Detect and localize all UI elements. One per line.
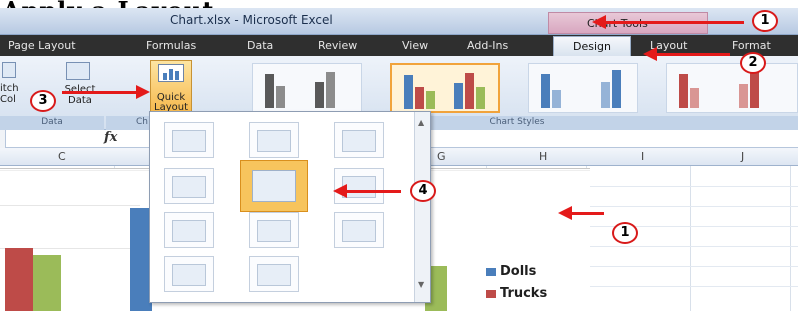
- callout-arrow-4-head: [333, 184, 347, 198]
- chart-style-1[interactable]: [252, 63, 362, 113]
- callout-arrow-2-head: [643, 47, 657, 61]
- scroll-up-icon[interactable]: ▲: [418, 118, 424, 127]
- legend-label-dolls: Dolls: [500, 264, 537, 279]
- tab-add-ins[interactable]: Add-Ins: [467, 39, 508, 52]
- chart-style-2[interactable]: [390, 63, 500, 113]
- callout-badge-1-chart: 1: [612, 222, 638, 244]
- tab-page-layout[interactable]: Page Layout: [8, 39, 76, 52]
- callout-arrow-5-head: [558, 206, 572, 220]
- group-label-data: Data: [0, 116, 104, 130]
- switch-label-line2: Col: [0, 94, 16, 105]
- tab-view[interactable]: View: [402, 39, 428, 52]
- callout-badge-4: 4: [410, 180, 436, 202]
- column-header-i[interactable]: I: [641, 150, 644, 163]
- name-box[interactable]: [0, 130, 6, 148]
- select-data-button[interactable]: Select Data: [64, 84, 96, 106]
- tab-design[interactable]: Design: [553, 36, 631, 56]
- column-header-j[interactable]: J: [741, 150, 744, 163]
- legend-swatch-trucks: [486, 290, 496, 298]
- callout-arrow-1-line: [604, 21, 744, 24]
- callout-arrow-3-head: [136, 85, 150, 99]
- tab-data[interactable]: Data: [247, 39, 273, 52]
- select-label-line2: Data: [68, 95, 92, 106]
- window-title: Chart.xlsx - Microsoft Excel: [170, 13, 333, 27]
- chart-bar-series3-1: [33, 255, 61, 311]
- function-icon[interactable]: fx: [104, 130, 117, 145]
- callout-badge-2: 2: [740, 52, 766, 74]
- switch-row-column-button[interactable]: itch Col: [0, 83, 19, 105]
- callout-arrow-1-head: [592, 15, 606, 29]
- callout-arrow-3-line: [62, 91, 137, 94]
- legend-label-trucks: Trucks: [500, 286, 548, 301]
- gallery-scrollbar[interactable]: [414, 112, 430, 302]
- tab-formulas[interactable]: Formulas: [146, 39, 196, 52]
- callout-arrow-5-line: [572, 212, 604, 215]
- quick-layout-icon: [158, 64, 184, 82]
- callout-badge-1: 1: [752, 10, 778, 32]
- column-header-h[interactable]: H: [539, 150, 547, 163]
- tab-format[interactable]: Format: [732, 39, 771, 52]
- scroll-down-icon[interactable]: ▼: [418, 280, 424, 289]
- switch-label-line1: itch: [0, 83, 19, 94]
- callout-arrow-2-line: [655, 53, 730, 56]
- chart-style-3[interactable]: [528, 63, 638, 113]
- legend-swatch-dolls: [486, 268, 496, 276]
- column-header-c[interactable]: C: [58, 150, 66, 163]
- callout-arrow-4-line: [345, 190, 401, 193]
- column-header-g[interactable]: G: [437, 150, 446, 163]
- chart-style-4[interactable]: [666, 63, 798, 113]
- callout-badge-3: 3: [30, 90, 56, 112]
- quick-layout-gallery: ▲ ▼: [149, 111, 431, 303]
- tab-review[interactable]: Review: [318, 39, 357, 52]
- chart-bar-trucks-1: [5, 248, 33, 311]
- switch-row-column-icon: [2, 62, 16, 78]
- select-data-icon: [66, 62, 90, 80]
